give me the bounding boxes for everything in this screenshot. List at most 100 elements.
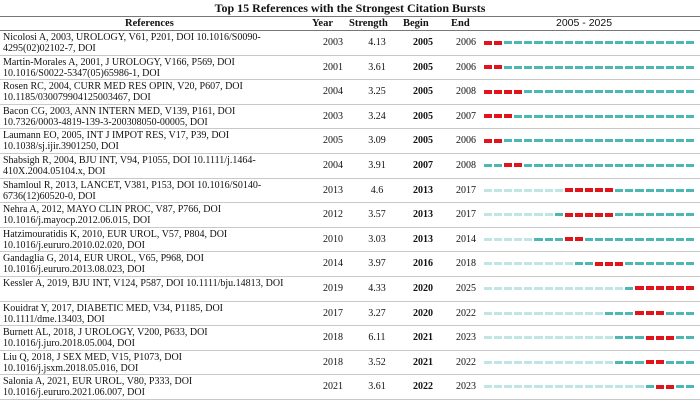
timeline-segment [484, 262, 493, 266]
timeline-segment [615, 237, 624, 241]
timeline-segment [665, 360, 674, 364]
timeline-segment [524, 336, 533, 340]
timeline-segment [595, 139, 604, 143]
timeline-segment [584, 262, 594, 266]
timeline-segment [514, 41, 523, 44]
timeline-segment [665, 41, 674, 44]
begin-cell: 2021 [413, 332, 433, 344]
end-cell: 2006 [456, 135, 476, 147]
timeline-segment [514, 213, 523, 217]
reference-line-2: 10.1038/sj.ijir.3901250, DOI [3, 141, 119, 153]
burst-segment [595, 212, 604, 217]
timeline-segment [665, 262, 674, 266]
begin-cell: 2005 [413, 135, 433, 147]
timeline-segment [564, 163, 573, 167]
header-references: References [125, 18, 174, 29]
timeline-segment [635, 41, 644, 44]
burst-segment [605, 261, 614, 266]
timeline-segment [524, 262, 533, 266]
timeline-segment [554, 360, 563, 364]
timeline-segment [504, 262, 513, 266]
burst-segment [655, 384, 664, 389]
timeline-segment [564, 65, 573, 69]
begin-cell: 2020 [413, 282, 433, 294]
timeline-segment [494, 385, 503, 389]
timeline-segment [635, 65, 644, 69]
timeline-segment [584, 139, 594, 143]
timeline-segment [655, 213, 664, 217]
timeline-segment [554, 188, 563, 192]
table-row: Hatzimouratidis K, 2010, EUR UROL, V57, … [0, 228, 700, 253]
timeline-segment [574, 336, 583, 340]
timeline-segment [665, 65, 674, 69]
timeline-segment [615, 360, 624, 364]
burst-segment [564, 237, 573, 242]
timeline-segment [534, 213, 543, 217]
timeline-segment [625, 41, 634, 44]
timeline-segment [645, 262, 654, 266]
timeline-segment [685, 139, 694, 143]
begin-cell: 2021 [413, 356, 433, 368]
end-cell: 2006 [456, 61, 476, 73]
timeline-segment [615, 90, 624, 94]
timeline-segment [645, 163, 654, 167]
timeline-segment [544, 114, 553, 118]
timeline-segment [605, 90, 614, 94]
table-row: Gandaglia G, 2014, EUR UROL, V65, P968, … [0, 252, 700, 277]
timeline-segment [544, 286, 553, 290]
burst-segment [494, 114, 503, 119]
timeline-segment [534, 65, 543, 69]
reference-text: Martin-Morales A, 2001, J UROLOGY, V166,… [3, 57, 303, 79]
timeline-segment [675, 360, 684, 364]
timeline-segment [635, 139, 644, 143]
timeline-segment [625, 65, 634, 69]
timeline-segment [504, 286, 513, 290]
timeline-segment [484, 385, 493, 389]
timeline-segment [615, 336, 624, 340]
burst-timeline [483, 80, 697, 104]
timeline-segment [635, 114, 644, 118]
reference-line-2: 10.1185/030079904125003467, DOI [3, 92, 151, 104]
begin-cell: 2013 [413, 184, 433, 196]
timeline-segment [554, 237, 563, 241]
timeline-segment [645, 65, 654, 69]
table-row: Shabsigh R, 2004, BJU INT, V94, P1055, D… [0, 154, 700, 179]
timeline-segment [584, 360, 594, 364]
table-row: Nicolosi A, 2003, UROLOGY, V61, P201, DO… [0, 31, 700, 56]
table-row: Nehra A, 2012, MAYO CLIN PROC, V87, P766… [0, 203, 700, 228]
timeline-segment [544, 336, 553, 340]
end-cell: 2022 [456, 356, 476, 368]
strength-cell: 3.91 [368, 159, 386, 171]
timeline-segment [605, 41, 614, 44]
timeline-segment [554, 90, 563, 94]
timeline-segment [574, 65, 583, 69]
timeline-segment [534, 90, 543, 94]
burst-segment [574, 212, 583, 217]
year-cell: 2021 [323, 381, 343, 393]
timeline-segment [534, 237, 543, 241]
strength-cell: 4.33 [368, 282, 386, 294]
end-cell: 2023 [456, 332, 476, 344]
burst-segment [605, 188, 614, 193]
timeline-segment [675, 41, 684, 44]
timeline-segment [574, 139, 583, 143]
timeline-segment [524, 114, 533, 118]
timeline-segment [665, 188, 674, 192]
timeline-segment [685, 360, 694, 364]
timeline-segment [625, 336, 634, 340]
timeline-segment [655, 237, 664, 241]
timeline-segment [685, 237, 694, 241]
timeline-segment [635, 188, 644, 192]
end-cell: 2006 [456, 37, 476, 48]
timeline-segment [544, 139, 553, 143]
timeline-segment [605, 139, 614, 143]
timeline-segment [504, 213, 513, 217]
timeline-segment [665, 163, 674, 167]
header-begin: Begin [403, 18, 429, 29]
burst-timeline [483, 228, 697, 252]
timeline-segment [584, 286, 594, 290]
strength-cell: 3.09 [368, 135, 386, 147]
burst-segment [605, 212, 614, 217]
reference-line-2: 10.1016/j.jsxm.2018.05.016, DOI [3, 362, 139, 374]
burst-segment [615, 261, 624, 266]
